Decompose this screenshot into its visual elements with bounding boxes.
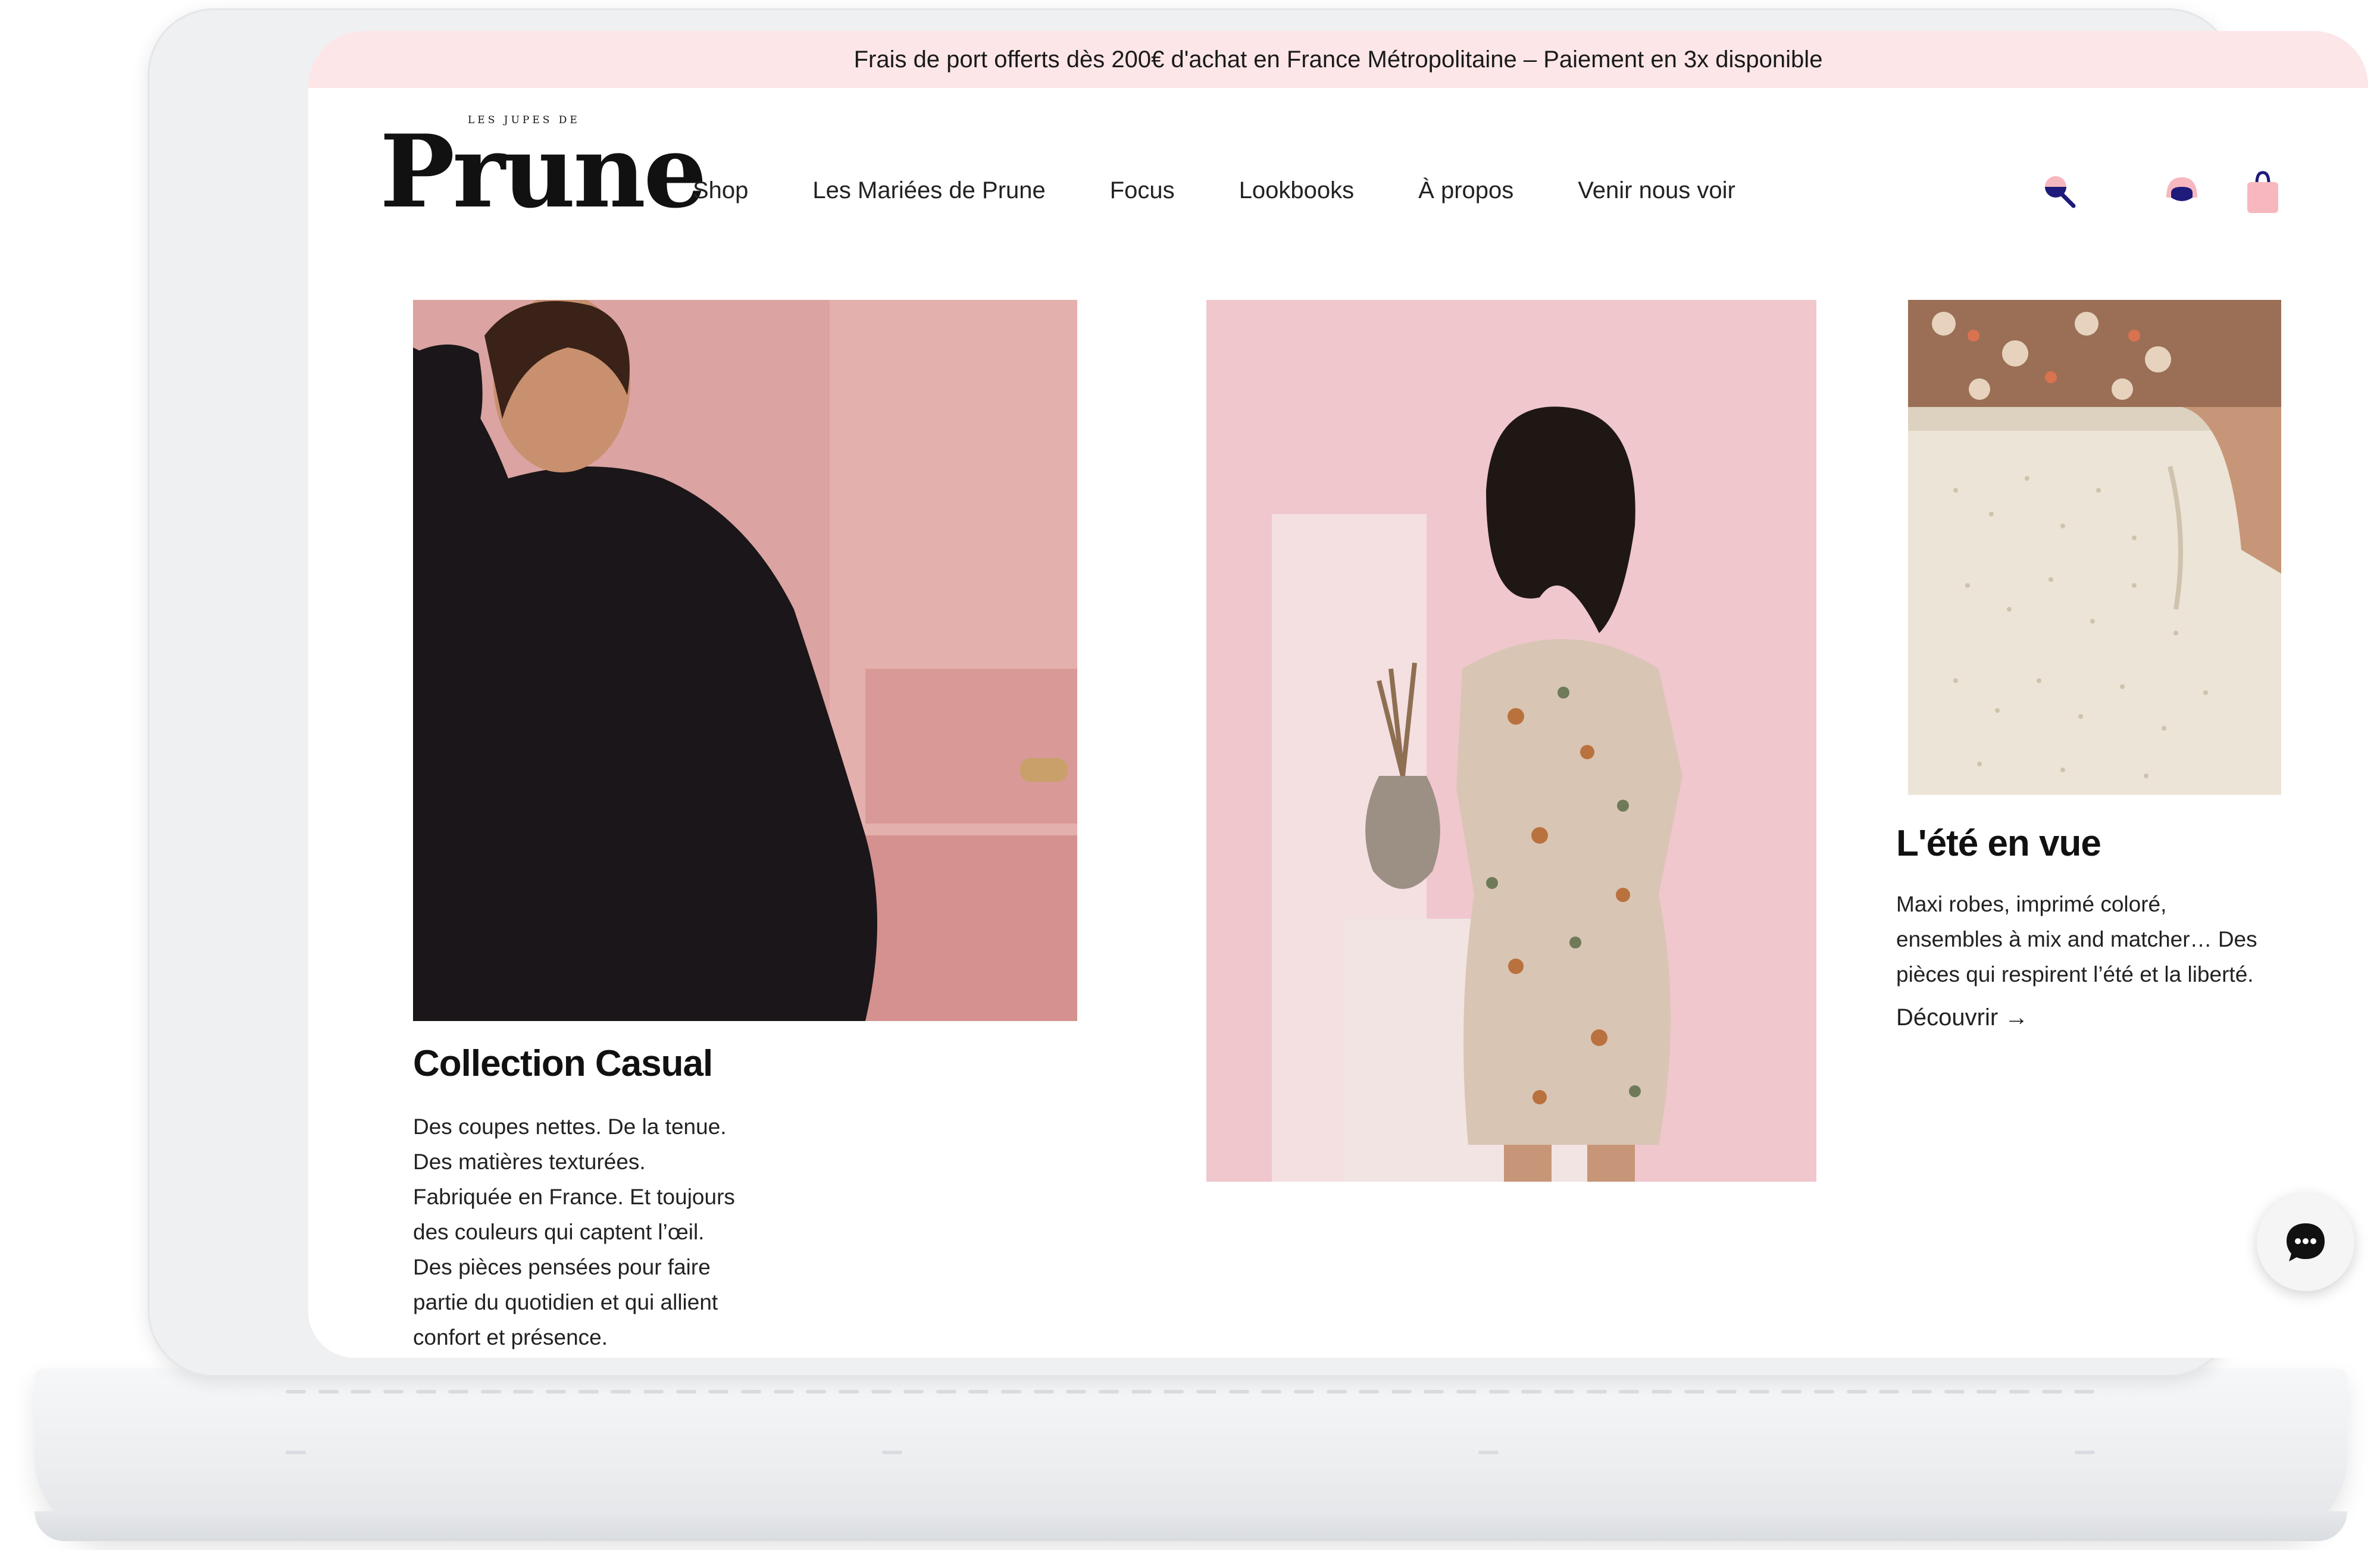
nav-item-shop[interactable]: Shop: [693, 177, 748, 204]
header-icons: [2034, 169, 2284, 217]
brand-logo[interactable]: LES JUPES DE Prune: [380, 114, 707, 233]
search-icon[interactable]: [2040, 169, 2082, 211]
nav-item-lookbooks[interactable]: Lookbooks: [1239, 177, 1354, 204]
casual-description: Des coupes nettes. De la tenue. Des mati…: [413, 1114, 735, 1349]
nav-item-focus[interactable]: Focus: [1110, 177, 1175, 204]
ete-title: L'été en vue: [1896, 823, 2101, 864]
nav-item-a-propos[interactable]: À propos: [1418, 177, 1513, 204]
casual-title: Collection Casual: [413, 1043, 713, 1084]
logo-wordmark: Prune: [380, 112, 707, 230]
floral-dress-image[interactable]: [1206, 300, 1816, 1182]
shopping-bag-icon[interactable]: [2244, 169, 2282, 215]
laptop-lid: Frais de port offerts dès 200€ d'achat e…: [148, 8, 2368, 1377]
ete-description: Maxi robes, imprimé coloré, ensembles à …: [1896, 892, 2257, 987]
main-nav: Shop Les Mariées de Prune Focus Lookbook…: [693, 177, 1800, 204]
chat-bubble-icon: [2287, 1223, 2325, 1261]
laptop-keyboard: [280, 1386, 2101, 1458]
laptop-base-edge: [35, 1511, 2347, 1541]
chat-button[interactable]: [2257, 1194, 2354, 1291]
summer-skirt-image[interactable]: [1908, 300, 2281, 795]
website-screen: Frais de port offerts dès 200€ d'achat e…: [308, 31, 2368, 1358]
nav-item-mariees[interactable]: Les Mariées de Prune: [812, 177, 1045, 204]
casual-collection-image[interactable]: [413, 300, 1077, 1021]
account-icon[interactable]: [2163, 169, 2201, 211]
shipping-banner: Frais de port offerts dès 200€ d'achat e…: [308, 31, 2368, 88]
nav-item-venir-nous-voir[interactable]: Venir nous voir: [1578, 177, 1735, 204]
decouvrir-link[interactable]: Découvrir →: [1896, 1004, 2028, 1031]
